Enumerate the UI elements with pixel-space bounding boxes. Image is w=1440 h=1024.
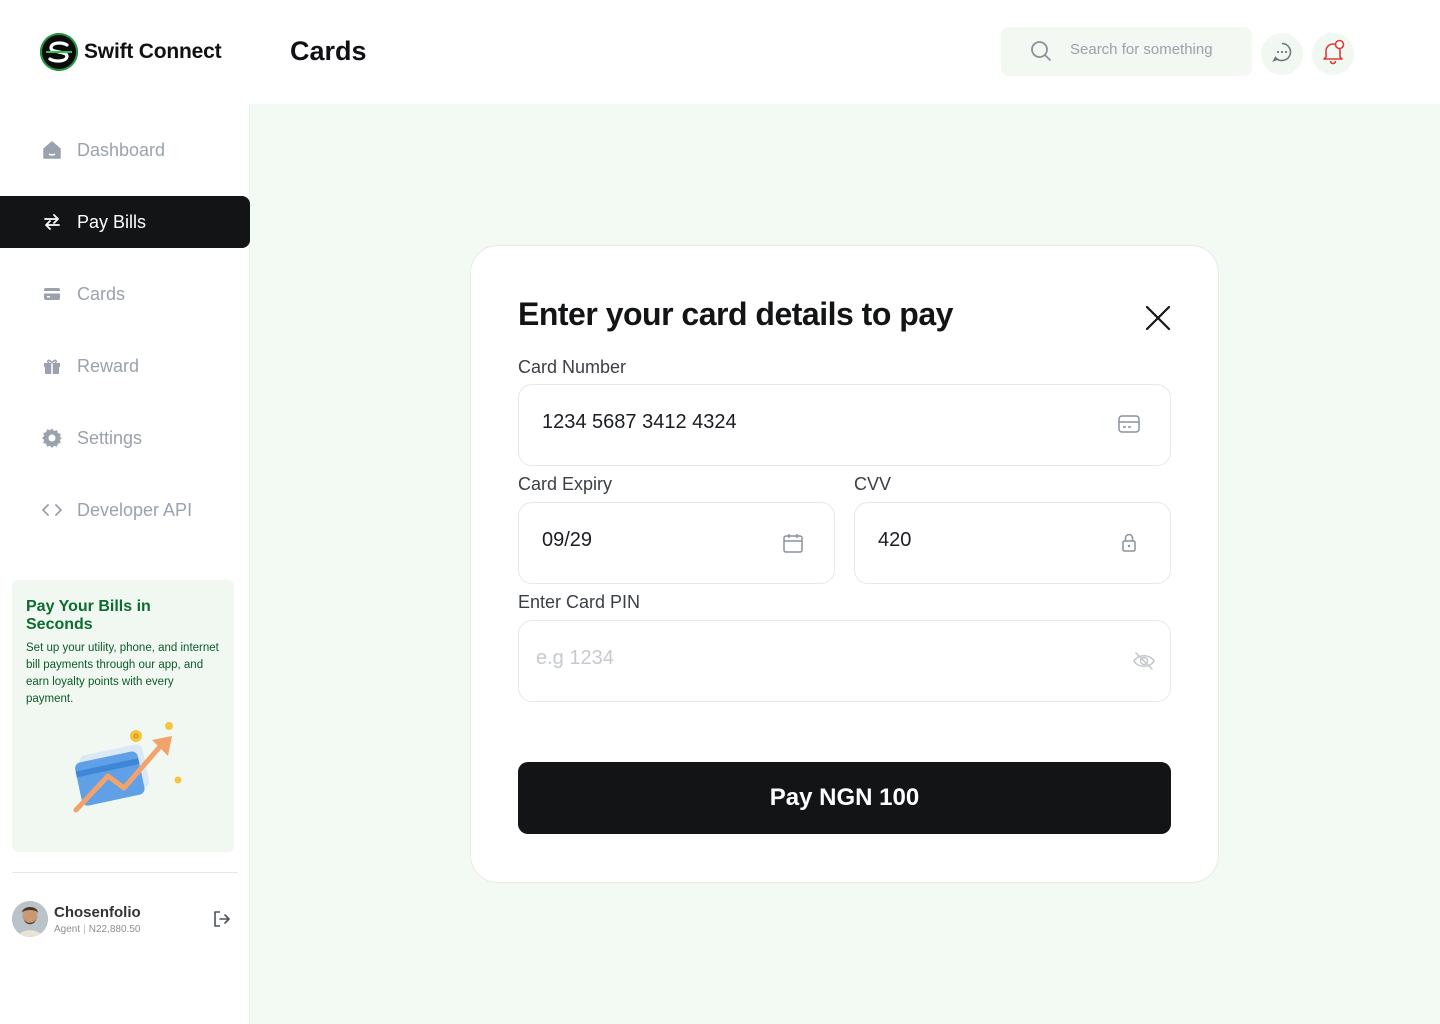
card-expiry-field[interactable] (518, 502, 835, 584)
transfer-icon (41, 211, 63, 233)
main-content: Enter your card details to pay Card Numb… (250, 104, 1440, 1024)
sidebar-item-pay-bills[interactable]: Pay Bills (0, 196, 250, 248)
sidebar-item-label: Settings (77, 427, 143, 448)
card-number-field[interactable] (518, 384, 1171, 466)
sidebar-item-label: Dashboard (77, 139, 166, 160)
close-icon (1143, 305, 1173, 337)
card-payment-modal: Enter your card details to pay Card Numb… (470, 245, 1219, 883)
card-pin-label: Enter Card PIN (518, 592, 641, 612)
code-icon (41, 499, 63, 521)
cvv-field[interactable] (854, 502, 1171, 584)
user-balance: N22,880.50 (88, 924, 141, 935)
user-profile[interactable]: Chosenfolio Agent | N22,880.50 (12, 901, 238, 941)
cvv-input[interactable] (878, 529, 1078, 552)
card-pin-field[interactable] (518, 620, 1171, 702)
sidebar-item-cards[interactable]: Cards (0, 268, 250, 320)
card-expiry-label: Card Expiry (518, 474, 613, 494)
promo-illustration (72, 718, 182, 823)
cvv-label: CVV (854, 474, 892, 494)
messages-button[interactable] (1261, 33, 1303, 75)
notifications-button[interactable] (1312, 33, 1354, 75)
meta-separator: | (83, 924, 86, 935)
lock-icon (1120, 532, 1138, 559)
home-icon (41, 139, 63, 161)
brand-logo[interactable]: Swift Connect (40, 33, 222, 71)
sidebar-item-label: Cards (77, 283, 126, 304)
search-box[interactable] (1001, 27, 1252, 76)
card-icon (41, 283, 63, 305)
search-icon (1030, 40, 1052, 67)
user-role: Agent (54, 924, 81, 935)
avatar (12, 901, 48, 937)
modal-title: Enter your card details to pay (518, 296, 953, 332)
gift-icon (41, 355, 63, 377)
logo-mark-icon (40, 33, 78, 71)
user-meta: Agent | N22,880.50 (54, 924, 140, 935)
card-number-label: Card Number (518, 357, 627, 377)
gear-icon (41, 427, 63, 449)
sidebar-item-settings[interactable]: Settings (0, 412, 250, 464)
user-name: Chosenfolio (54, 904, 141, 921)
calendar-icon (782, 532, 804, 559)
card-pin-input[interactable] (536, 647, 1056, 670)
eye-off-icon[interactable] (1132, 650, 1156, 677)
card-expiry-input[interactable] (542, 529, 742, 552)
sidebar-item-label: Reward (77, 355, 140, 376)
sidebar: Dashboard Pay Bills Cards Reward Setting… (0, 104, 250, 1024)
brand-name: Swift Connect (84, 40, 222, 63)
sidebar-item-label: Developer API (77, 499, 193, 520)
close-button[interactable] (1143, 303, 1173, 333)
sidebar-divider (12, 872, 238, 873)
promo-text: Set up your utility, phone, and internet… (26, 642, 219, 705)
credit-card-icon (1117, 414, 1141, 439)
chat-bubble-icon (1271, 41, 1293, 68)
search-input[interactable] (1070, 41, 1240, 58)
pay-button[interactable]: Pay NGN 100 (518, 762, 1171, 834)
promo-title: Pay Your Bills in Seconds (26, 598, 151, 633)
page-title: Cards (290, 36, 367, 66)
bell-icon (1320, 39, 1346, 70)
top-header: Swift Connect Cards (0, 0, 1440, 104)
logout-icon[interactable] (212, 909, 232, 934)
sidebar-item-reward[interactable]: Reward (0, 340, 250, 392)
sidebar-item-label: Pay Bills (77, 211, 147, 232)
card-number-input[interactable] (542, 411, 1062, 434)
sidebar-item-developer-api[interactable]: Developer API (0, 484, 250, 536)
promo-card[interactable]: Pay Your Bills in Seconds Set up your ut… (12, 580, 234, 852)
sidebar-item-dashboard[interactable]: Dashboard (0, 124, 250, 176)
